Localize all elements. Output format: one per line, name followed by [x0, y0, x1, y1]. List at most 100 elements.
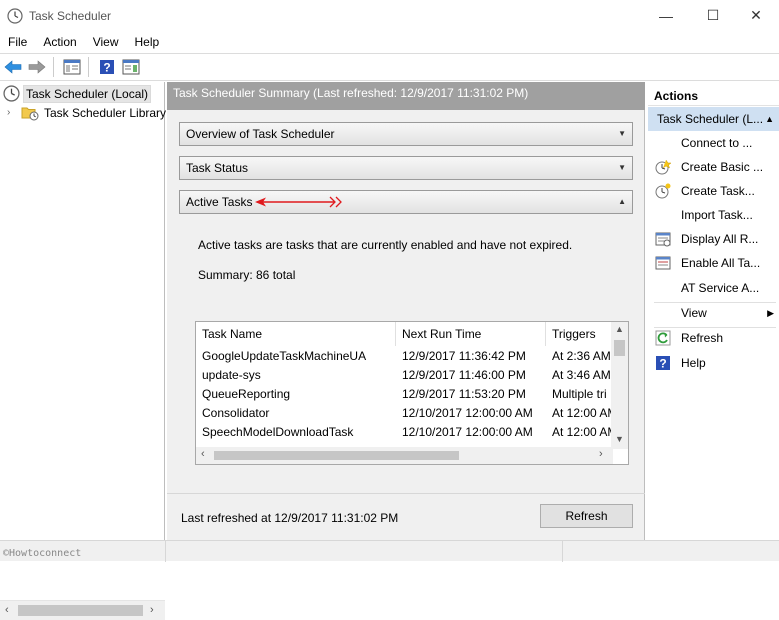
menu-action[interactable]: Action	[35, 31, 84, 53]
expand-caret-icon: ▼	[618, 163, 626, 172]
action-label: Help	[681, 356, 706, 370]
action-create-task[interactable]: Create Task...	[648, 179, 779, 203]
close-icon: ✕	[750, 7, 762, 23]
watermark-text: ©Howtoconnect	[3, 548, 82, 559]
show-console-tree-button[interactable]	[61, 56, 83, 78]
window-title: Task Scheduler	[29, 8, 112, 23]
cell-trigger: At 2:36 AM	[552, 349, 611, 363]
tree-horizontal-scrollbar[interactable]: ‹ ›	[0, 600, 165, 620]
minimize-icon: —	[659, 7, 673, 24]
column-header-task-name[interactable]: Task Name	[196, 322, 396, 346]
action-enable-all-history[interactable]: Enable All Ta...	[648, 251, 779, 275]
section-overview-label: Overview of Task Scheduler	[186, 127, 335, 141]
column-header-triggers[interactable]: Triggers	[546, 322, 613, 346]
cell-next-run: 12/9/2017 11:46:00 PM	[402, 368, 526, 382]
scroll-left-icon[interactable]: ‹	[201, 448, 205, 460]
create-basic-task-icon	[655, 159, 671, 175]
enable-history-icon	[655, 256, 671, 270]
actions-group-task-scheduler[interactable]: Task Scheduler (L... ▲	[648, 107, 779, 131]
folder-clock-icon	[21, 107, 39, 120]
scroll-down-icon[interactable]: ▼	[615, 434, 624, 444]
show-action-pane-button[interactable]	[120, 56, 142, 78]
action-view[interactable]: View ▶	[648, 301, 779, 325]
cell-task-name: update-sys	[202, 368, 261, 382]
action-label: Import Task...	[681, 208, 753, 222]
cell-next-run: 12/9/2017 11:36:42 PM	[402, 349, 526, 363]
menu-view[interactable]: View	[85, 31, 127, 53]
status-bar	[0, 540, 779, 562]
tree-label-root: Task Scheduler (Local)	[23, 84, 152, 103]
toolbar: ?	[0, 53, 779, 81]
actions-pane: Actions Task Scheduler (L... ▲ Connect t…	[648, 82, 779, 540]
menu-bar: File Action View Help	[0, 31, 779, 53]
task-scheduler-app-icon	[7, 7, 23, 24]
svg-text:?: ?	[103, 61, 110, 75]
console-tree-pane: Task Scheduler (Local) › Task Scheduler …	[0, 82, 168, 620]
expand-chevron-icon[interactable]: ›	[7, 107, 21, 118]
action-create-basic-task[interactable]: Create Basic ...	[648, 155, 779, 179]
back-button[interactable]	[2, 56, 24, 78]
section-task-status-label: Task Status	[186, 161, 249, 175]
scrollbar-thumb[interactable]	[214, 451, 459, 460]
forward-arrow-icon	[28, 60, 46, 74]
cell-trigger: At 3:46 AM	[552, 368, 611, 382]
tree-item-task-scheduler-local[interactable]: Task Scheduler (Local)	[3, 84, 152, 103]
red-arrow-annotation-icon	[255, 196, 342, 208]
help-icon: ?	[656, 356, 670, 371]
section-overview[interactable]: Overview of Task Scheduler ▼	[179, 122, 633, 146]
action-display-all-running[interactable]: Display All R...	[648, 227, 779, 251]
section-active-tasks[interactable]: Active Tasks ▲	[179, 190, 633, 214]
cell-next-run: 12/10/2017 12:00:00 AM	[402, 406, 533, 420]
maximize-button[interactable]: ☐	[690, 0, 736, 31]
action-connect-to[interactable]: Connect to ...	[648, 131, 779, 155]
svg-text:?: ?	[659, 357, 666, 371]
refresh-icon	[655, 330, 671, 346]
table-vertical-scrollbar[interactable]: ▲ ▼	[611, 322, 628, 449]
collapse-caret-icon: ▲	[618, 197, 626, 206]
cell-task-name: SpeechModelDownloadTask	[202, 425, 354, 439]
table-horizontal-scrollbar[interactable]: ‹ ›	[196, 447, 613, 464]
title-bar: Task Scheduler — ☐ ✕	[0, 0, 779, 31]
scroll-right-icon[interactable]: ›	[599, 448, 603, 460]
cell-task-name: Consolidator	[202, 406, 270, 420]
create-task-icon	[655, 183, 671, 199]
minimize-button[interactable]: —	[643, 0, 689, 31]
collapse-caret-icon[interactable]: ▲	[765, 107, 774, 131]
section-task-status[interactable]: Task Status ▼	[179, 156, 633, 180]
active-tasks-summary: Summary: 86 total	[198, 268, 296, 282]
scroll-up-icon[interactable]: ▲	[615, 324, 624, 334]
forward-button[interactable]	[26, 56, 48, 78]
close-button[interactable]: ✕	[733, 0, 779, 31]
scrollbar-thumb[interactable]	[18, 605, 143, 616]
tree-label-library: Task Scheduler Library	[44, 105, 167, 120]
scroll-right-icon[interactable]: ›	[150, 604, 154, 616]
status-bar-segment	[562, 541, 779, 562]
cell-trigger: Multiple tri	[552, 387, 607, 401]
scrollbar-thumb[interactable]	[614, 340, 625, 356]
action-label: Connect to ...	[681, 136, 753, 150]
task-scheduler-window: Task Scheduler — ☐ ✕ File Action View He…	[0, 0, 779, 620]
cell-next-run: 12/9/2017 11:53:20 PM	[402, 387, 526, 401]
summary-header: Task Scheduler Summary (Last refreshed: …	[167, 82, 645, 110]
column-header-next-run-time[interactable]: Next Run Time	[396, 322, 546, 346]
action-at-service-account[interactable]: AT Service A...	[648, 276, 779, 300]
scroll-left-icon[interactable]: ‹	[5, 604, 9, 616]
refresh-button[interactable]: Refresh	[540, 504, 633, 528]
menu-file[interactable]: File	[0, 31, 35, 53]
last-refreshed-text: Last refreshed at 12/9/2017 11:31:02 PM	[181, 511, 399, 525]
action-help[interactable]: ? Help	[648, 351, 779, 375]
console-tree-icon	[63, 59, 81, 75]
expand-caret-icon: ▼	[618, 129, 626, 138]
active-tasks-table: Task Name Next Run Time Triggers GoogleU…	[195, 321, 629, 465]
action-label: Create Basic ...	[681, 160, 764, 174]
tree-item-task-scheduler-library[interactable]: › Task Scheduler Library	[7, 103, 168, 122]
maximize-icon: ☐	[706, 7, 720, 23]
action-label: Display All R...	[681, 232, 759, 246]
task-scheduler-clock-icon	[3, 85, 20, 102]
back-arrow-icon	[4, 60, 22, 74]
help-toolbar-button[interactable]: ?	[96, 56, 118, 78]
action-import-task[interactable]: Import Task...	[648, 203, 779, 227]
menu-help[interactable]: Help	[127, 31, 168, 53]
action-refresh[interactable]: Refresh	[648, 326, 779, 350]
cell-trigger: At 12:00 AM	[552, 406, 613, 420]
